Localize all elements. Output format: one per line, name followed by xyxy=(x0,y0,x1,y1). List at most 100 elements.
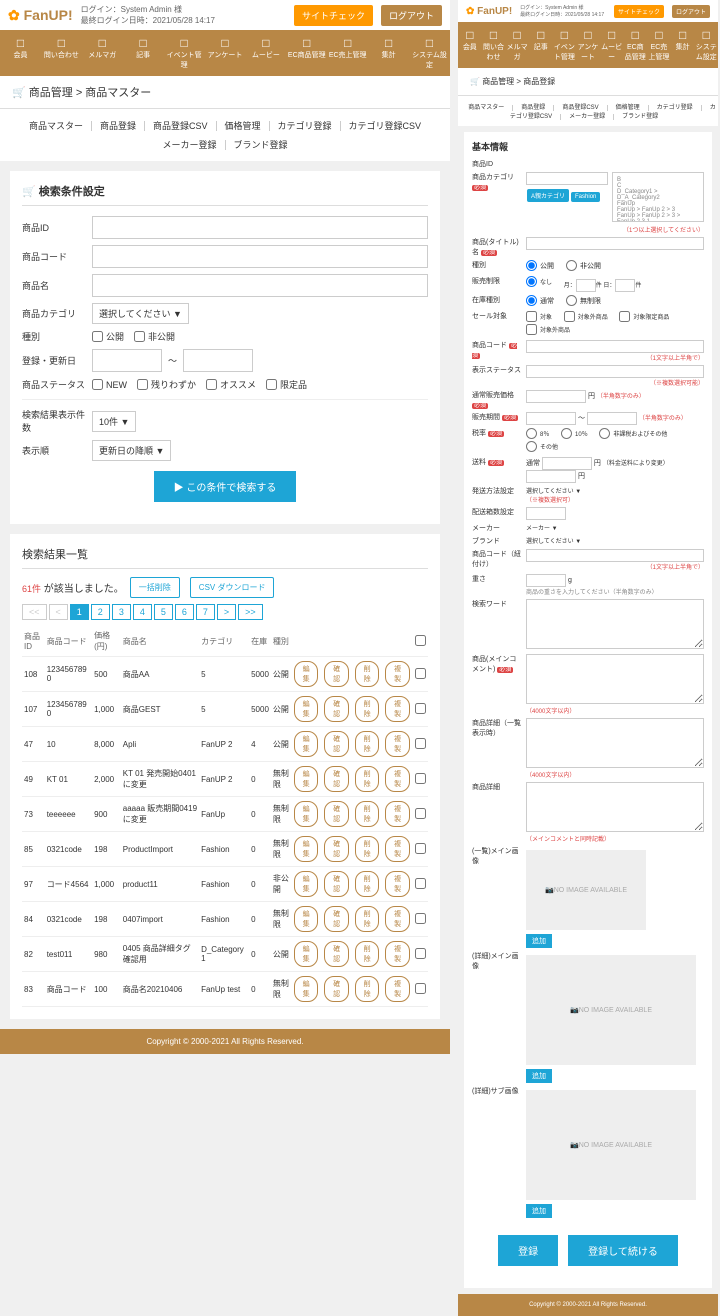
row-checkbox[interactable] xyxy=(415,913,426,924)
row-checkbox[interactable] xyxy=(415,773,426,784)
brand-select[interactable]: 選択してください ▼ xyxy=(526,539,581,545)
row-action-button[interactable]: 削除 xyxy=(355,871,380,897)
register-continue-button[interactable]: 登録して続ける xyxy=(568,1235,678,1266)
cb-unpub[interactable] xyxy=(134,331,145,342)
row-action-button[interactable]: 編集 xyxy=(294,731,319,757)
nav-item[interactable]: EC売上管理 xyxy=(647,28,671,62)
row-action-button[interactable]: 編集 xyxy=(294,906,319,932)
row-action-button[interactable]: 確認 xyxy=(324,871,349,897)
remark-textarea[interactable] xyxy=(526,599,704,649)
pager-item[interactable]: 2 xyxy=(91,604,110,620)
nav-item[interactable]: ムービー xyxy=(245,36,286,70)
tab[interactable]: 商品マスター xyxy=(460,105,513,111)
row-checkbox[interactable] xyxy=(415,703,426,714)
row-action-button[interactable]: 編集 xyxy=(294,836,319,862)
row-action-button[interactable]: 削除 xyxy=(355,976,380,1002)
nav-item[interactable]: 会員 xyxy=(458,28,482,62)
row-action-button[interactable]: 確認 xyxy=(324,906,349,932)
row-action-button[interactable]: 確認 xyxy=(324,766,349,792)
nav-item[interactable]: EC商品管理 xyxy=(286,36,327,70)
cb-lim[interactable] xyxy=(266,379,277,390)
input-date-to[interactable] xyxy=(183,349,253,372)
row-action-button[interactable]: 複製 xyxy=(385,836,410,862)
cat-tag[interactable]: A親カテゴリ xyxy=(527,189,569,202)
pager-item[interactable]: 7 xyxy=(196,604,215,620)
nav-item[interactable]: イベント管理 xyxy=(553,28,577,62)
nav-item[interactable]: アンケート xyxy=(576,28,600,62)
site-check-button-2[interactable]: サイトチェック xyxy=(614,5,664,18)
cb-rec[interactable] xyxy=(206,379,217,390)
row-checkbox[interactable] xyxy=(415,948,426,959)
nav-item[interactable]: 問い合わせ xyxy=(41,36,82,70)
tab[interactable]: 商品マスター xyxy=(21,121,92,131)
nav-item[interactable]: イベント管理 xyxy=(164,36,205,70)
input-name[interactable] xyxy=(92,274,428,297)
nav-item[interactable]: メルマガ xyxy=(82,36,123,70)
add-image-button[interactable]: 追加 xyxy=(526,1204,552,1218)
tab[interactable]: カテゴリ登録 xyxy=(649,105,702,111)
pager-item[interactable]: 4 xyxy=(133,604,152,620)
select-cat[interactable]: 選択してください ▼ xyxy=(92,303,189,324)
row-action-button[interactable]: 編集 xyxy=(294,871,319,897)
cat-tag[interactable]: Fashion xyxy=(571,192,600,202)
row-action-button[interactable]: 複製 xyxy=(385,976,410,1002)
csv-download-button[interactable]: CSV ダウンロード xyxy=(190,577,275,598)
row-checkbox[interactable] xyxy=(415,738,426,749)
no-image-placeholder[interactable]: 📷NO IMAGE AVAILABLE xyxy=(526,850,646,930)
pager-item[interactable]: >> xyxy=(238,604,263,620)
nav-item[interactable]: EC売上管理 xyxy=(327,36,368,70)
tab[interactable]: メーカー登録 xyxy=(154,140,225,150)
nav-item[interactable]: ムービー xyxy=(600,28,624,62)
cat-option[interactable]: FanUp > FanUp 2 > 3 > FanUp 2 3 1 xyxy=(617,213,699,222)
row-action-button[interactable]: 確認 xyxy=(324,731,349,757)
cb-new[interactable] xyxy=(92,379,103,390)
row-action-button[interactable]: 複製 xyxy=(385,801,410,827)
row-action-button[interactable]: 削除 xyxy=(355,731,380,757)
select-all-checkbox[interactable] xyxy=(415,635,426,646)
pager-item[interactable]: > xyxy=(217,604,236,620)
comment-textarea[interactable] xyxy=(526,654,704,704)
tab[interactable]: ブランド登録 xyxy=(226,140,296,150)
cat-input[interactable] xyxy=(526,172,608,185)
pager-item[interactable]: 1 xyxy=(70,604,89,620)
no-image-placeholder[interactable]: 📷NO IMAGE AVAILABLE xyxy=(526,1090,696,1200)
row-checkbox[interactable] xyxy=(415,843,426,854)
row-action-button[interactable]: 編集 xyxy=(294,696,319,722)
add-image-button[interactable]: 追加 xyxy=(526,1069,552,1083)
select-sort[interactable]: 更新日の降順 ▼ xyxy=(92,440,171,461)
nav-item[interactable]: 集計 xyxy=(368,36,409,70)
row-action-button[interactable]: 複製 xyxy=(385,766,410,792)
pager-item[interactable]: < xyxy=(49,604,68,620)
row-action-button[interactable]: 編集 xyxy=(294,766,319,792)
row-action-button[interactable]: 複製 xyxy=(385,941,410,967)
add-image-button[interactable]: 追加 xyxy=(526,934,552,948)
row-action-button[interactable]: 複製 xyxy=(385,906,410,932)
tab[interactable]: 商品登録 xyxy=(92,121,145,131)
nav-item[interactable]: アンケート xyxy=(205,36,246,70)
nav-item[interactable]: 記事 xyxy=(529,28,553,62)
name-input[interactable] xyxy=(526,237,704,250)
row-action-button[interactable]: 確認 xyxy=(324,801,349,827)
input-id[interactable] xyxy=(92,216,428,239)
row-action-button[interactable]: 確認 xyxy=(324,661,349,687)
row-action-button[interactable]: 編集 xyxy=(294,976,319,1002)
tab[interactable]: 商品登録 xyxy=(513,105,554,111)
row-action-button[interactable]: 複製 xyxy=(385,871,410,897)
row-action-button[interactable]: 削除 xyxy=(355,836,380,862)
no-image-placeholder[interactable]: 📷NO IMAGE AVAILABLE xyxy=(526,955,696,1065)
input-code[interactable] xyxy=(92,245,428,268)
nav-item[interactable]: メルマガ xyxy=(505,28,529,62)
nav-item[interactable]: システム設定 xyxy=(694,28,718,62)
tab[interactable]: メーカー登録 xyxy=(561,114,614,120)
row-action-button[interactable]: 編集 xyxy=(294,801,319,827)
tab[interactable]: カテゴリ登録CSV xyxy=(341,121,430,131)
cb-pub[interactable] xyxy=(92,331,103,342)
logout-button[interactable]: ログアウト xyxy=(381,5,442,26)
row-action-button[interactable]: 編集 xyxy=(294,661,319,687)
r-unpub[interactable] xyxy=(566,260,577,271)
row-action-button[interactable]: 削除 xyxy=(355,766,380,792)
row-checkbox[interactable] xyxy=(415,878,426,889)
tab[interactable]: 商品登録CSV xyxy=(145,121,217,131)
row-action-button[interactable]: 削除 xyxy=(355,661,380,687)
nav-item[interactable]: EC商品管理 xyxy=(623,28,647,62)
